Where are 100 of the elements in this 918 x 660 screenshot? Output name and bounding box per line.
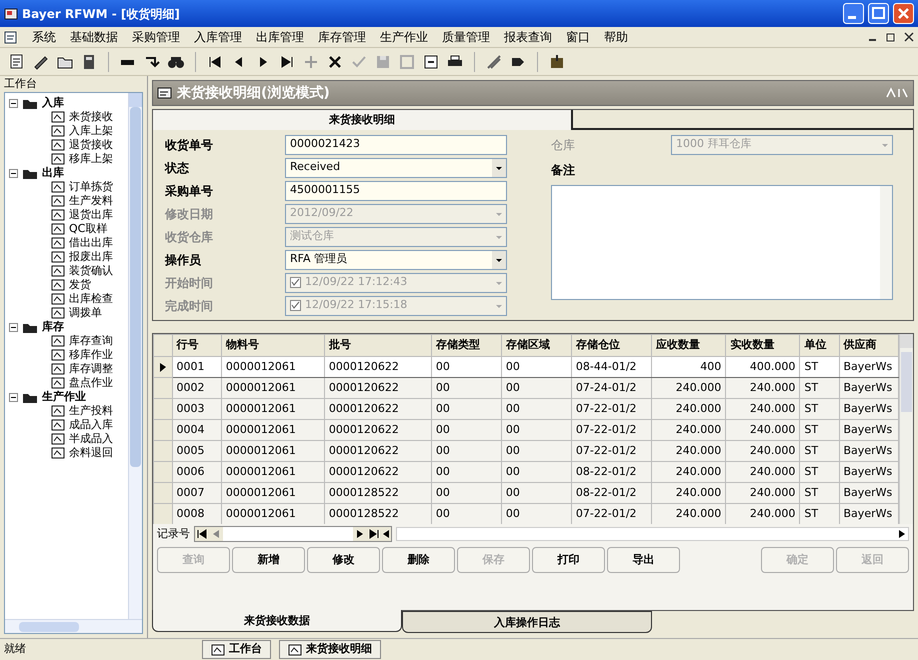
input-field[interactable]: 0000021423 — [285, 134, 507, 154]
table-cell: 00 — [501, 482, 572, 504]
collapse-icon[interactable] — [9, 98, 18, 108]
button[interactable]: 打印 — [532, 547, 605, 573]
button[interactable]: 修改 — [307, 547, 380, 573]
tree-item[interactable]: 来货接收 — [69, 108, 113, 126]
table-cell: 00 — [431, 420, 502, 440]
tree-item[interactable]: 借出出库 — [69, 234, 113, 252]
collapse-icon[interactable] — [9, 322, 18, 332]
form-icon — [51, 251, 65, 263]
tree-item[interactable]: 半成品入 — [69, 430, 113, 448]
menu-item[interactable]: 入库管理 — [194, 28, 242, 46]
tree-item[interactable]: 退货出库 — [69, 206, 113, 224]
column-header[interactable]: 实收数量 — [726, 334, 800, 356]
button[interactable]: 导出 — [607, 547, 680, 573]
row-pointer-icon — [158, 362, 167, 372]
form-icon — [51, 433, 65, 445]
tree-item[interactable]: 报废出库 — [69, 248, 113, 266]
form-icon — [51, 377, 65, 389]
tree-item[interactable]: 移库作业 — [69, 346, 113, 364]
tree-item[interactable]: 盘点作业 — [69, 374, 113, 392]
dropdown[interactable]: Received — [285, 158, 507, 178]
tree-item[interactable]: 库存调整 — [69, 360, 113, 378]
tree-item[interactable]: 装货确认 — [69, 262, 113, 280]
menu-item[interactable]: 质量管理 — [442, 28, 490, 46]
last-icon[interactable] — [367, 527, 381, 541]
table-cell: 240.000 — [652, 420, 726, 440]
scrollbar[interactable] — [5, 619, 142, 633]
column-header[interactable]: 物料号 — [221, 334, 324, 356]
column-header[interactable]: 存储区域 — [501, 334, 572, 356]
column-header[interactable]: 应收数量 — [652, 334, 726, 356]
menu-item[interactable]: 基础数据 — [70, 28, 118, 46]
tree-item[interactable]: 出库 — [42, 164, 64, 182]
tree-item[interactable]: 出库检查 — [69, 290, 113, 308]
maximize-icon[interactable] — [868, 3, 889, 24]
button[interactable]: 删除 — [382, 547, 455, 573]
menu-item[interactable]: 库存管理 — [318, 28, 366, 46]
menu-item[interactable]: 生产作业 — [380, 28, 428, 46]
button[interactable]: 新增 — [232, 547, 305, 573]
tree-item[interactable]: 移库上架 — [69, 150, 113, 168]
tree-item[interactable]: 成品入库 — [69, 416, 113, 434]
scrollbar[interactable] — [899, 334, 913, 524]
app-icon — [4, 6, 18, 20]
column-header[interactable]: 存储仓位 — [571, 334, 652, 356]
collapse-icon[interactable] — [9, 168, 18, 178]
column-header[interactable]: 单位 — [800, 334, 840, 356]
form-icon — [51, 363, 65, 375]
tree-item[interactable]: 余料退回 — [69, 444, 113, 462]
window-tab[interactable]: 工作台 — [202, 640, 271, 659]
collapse-icon[interactable] — [9, 392, 18, 402]
remark-field[interactable] — [551, 185, 893, 300]
sidebar-title: 工作台 — [3, 76, 38, 92]
form-tab[interactable]: 来货接收明细 — [153, 110, 573, 130]
dropdown[interactable]: RFA 管理员 — [285, 250, 507, 270]
tab[interactable]: 入库操作日志 — [402, 611, 652, 633]
table-cell: 240.000 — [726, 378, 800, 398]
table-cell: 00 — [501, 356, 572, 378]
menu-item[interactable]: 报表查询 — [504, 28, 552, 46]
menu-item[interactable]: 系统 — [32, 28, 56, 46]
table-cell: 400.000 — [726, 356, 800, 378]
tree-item[interactable]: 生产作业 — [42, 388, 86, 406]
form-icon — [51, 125, 65, 137]
tree-item[interactable]: 库存查询 — [69, 332, 113, 350]
tree-item[interactable]: 生产投料 — [69, 402, 113, 420]
input-field[interactable]: 4500001155 — [285, 180, 507, 200]
tab[interactable]: 来货接收数据 — [152, 610, 402, 632]
window-title: Bayer RFWM - [收货明细] — [22, 6, 181, 22]
menu-item[interactable]: 窗口 — [566, 28, 590, 46]
tree-item[interactable]: QC取样 — [69, 220, 108, 238]
window-tab[interactable]: 来货接收明细 — [279, 640, 381, 659]
form-icon — [51, 181, 65, 193]
tree-item[interactable]: 发货 — [69, 276, 91, 294]
table-cell: 00 — [501, 398, 572, 420]
scrollbar[interactable] — [128, 93, 142, 619]
menu-item[interactable]: 出库管理 — [256, 28, 304, 46]
previous-icon[interactable] — [381, 527, 391, 541]
table-cell: 00 — [431, 356, 502, 378]
first-icon[interactable] — [195, 527, 209, 541]
tree-item[interactable]: 库存 — [42, 318, 64, 336]
table-cell: ST — [800, 398, 840, 420]
caret-icon[interactable] — [492, 250, 506, 268]
tree-item[interactable]: 入库上架 — [69, 122, 113, 140]
close-icon[interactable] — [904, 32, 914, 42]
scrollbar[interactable] — [396, 527, 909, 541]
form-icon — [51, 405, 65, 417]
column-header[interactable]: 批号 — [324, 334, 432, 356]
record-navigator[interactable] — [194, 526, 392, 542]
tree-item[interactable]: 退货接收 — [69, 136, 113, 154]
tree-item[interactable]: 调拨单 — [69, 304, 102, 322]
menu-item[interactable]: 帮助 — [604, 28, 628, 46]
column-header[interactable]: 供应商 — [839, 334, 898, 356]
tree-item[interactable]: 入库 — [42, 94, 64, 112]
column-header[interactable]: 行号 — [172, 334, 222, 356]
caret-icon[interactable] — [492, 158, 506, 176]
restore-icon[interactable] — [886, 32, 896, 42]
tree-item[interactable]: 生产发料 — [69, 192, 113, 210]
menu-item[interactable]: 采购管理 — [132, 28, 180, 46]
table-cell: 0000012061 — [221, 420, 324, 440]
tree-item[interactable]: 订单拣货 — [69, 178, 113, 196]
column-header[interactable]: 存储类型 — [431, 334, 502, 356]
